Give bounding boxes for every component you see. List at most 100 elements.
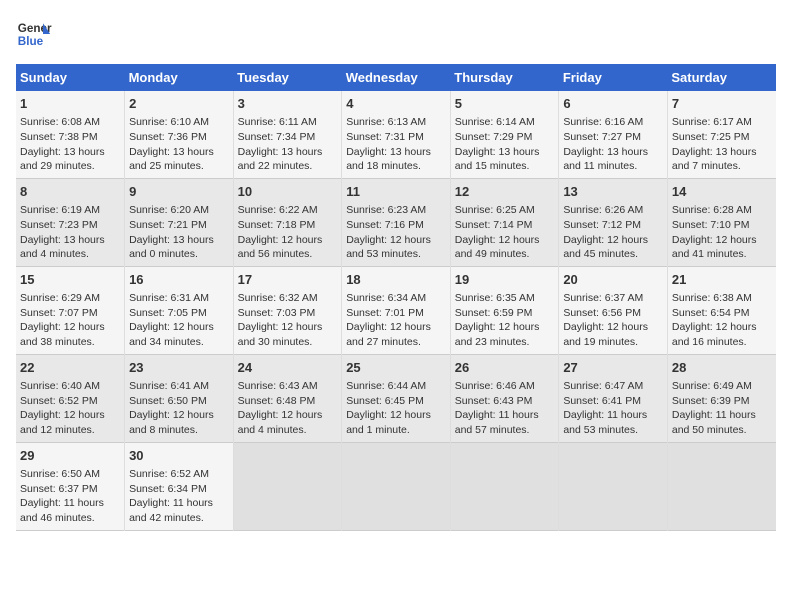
calendar-day-cell: 28 Sunrise: 6:49 AM Sunset: 6:39 PM Dayli… xyxy=(667,354,776,442)
day-info: Sunrise: 6:14 AM Sunset: 7:29 PM Dayligh… xyxy=(455,115,555,174)
day-number: 26 xyxy=(455,359,555,377)
calendar-day-cell: 23 Sunrise: 6:41 AM Sunset: 6:50 PM Dayli… xyxy=(125,354,234,442)
day-number: 1 xyxy=(20,95,120,113)
day-info: Sunrise: 6:43 AM Sunset: 6:48 PM Dayligh… xyxy=(238,379,338,438)
day-number: 25 xyxy=(346,359,446,377)
header-day: Friday xyxy=(559,64,668,91)
day-number: 28 xyxy=(672,359,772,377)
calendar-day-cell: 4 Sunrise: 6:13 AM Sunset: 7:31 PM Daylig… xyxy=(342,91,451,178)
day-number: 9 xyxy=(129,183,229,201)
calendar-day-cell: 19Sunrise: 6:35 AM Sunset: 6:59 PM Dayli… xyxy=(450,266,559,354)
day-number: 8 xyxy=(20,183,120,201)
day-info: Sunrise: 6:49 AM Sunset: 6:39 PM Dayligh… xyxy=(672,379,772,438)
day-info: Sunrise: 6:41 AM Sunset: 6:50 PM Dayligh… xyxy=(129,379,229,438)
calendar-day-cell: 20 Sunrise: 6:37 AM Sunset: 6:56 PM Dayli… xyxy=(559,266,668,354)
day-number: 22 xyxy=(20,359,120,377)
calendar-day-cell: 30Sunrise: 6:52 AM Sunset: 6:34 PM Dayli… xyxy=(125,442,234,530)
svg-text:Blue: Blue xyxy=(18,35,44,48)
day-number: 19 xyxy=(455,271,555,289)
day-number: 18 xyxy=(346,271,446,289)
calendar-week-row: 15Sunrise: 6:29 AM Sunset: 7:07 PM Dayli… xyxy=(16,266,776,354)
calendar-week-row: 1 Sunrise: 6:08 AM Sunset: 7:38 PM Daylig… xyxy=(16,91,776,178)
calendar-day-cell: 11 Sunrise: 6:23 AM Sunset: 7:16 PM Dayli… xyxy=(342,178,451,266)
day-info: Sunrise: 6:44 AM Sunset: 6:45 PM Dayligh… xyxy=(346,379,446,438)
calendar-day-cell: 8 Sunrise: 6:19 AM Sunset: 7:23 PM Daylig… xyxy=(16,178,125,266)
calendar-day-cell: 9 Sunrise: 6:20 AM Sunset: 7:21 PM Daylig… xyxy=(125,178,234,266)
day-number: 24 xyxy=(238,359,338,377)
day-number: 21 xyxy=(672,271,772,289)
calendar-day-cell: 29 Sunrise: 6:50 AM Sunset: 6:37 PM Dayli… xyxy=(16,442,125,530)
day-number: 11 xyxy=(346,183,446,201)
day-info: Sunrise: 6:38 AM Sunset: 6:54 PM Dayligh… xyxy=(672,291,772,350)
calendar-day-cell: 10Sunrise: 6:22 AM Sunset: 7:18 PM Dayli… xyxy=(233,178,342,266)
calendar-week-row: 22 Sunrise: 6:40 AM Sunset: 6:52 PM Dayli… xyxy=(16,354,776,442)
calendar-day-cell: 5Sunrise: 6:14 AM Sunset: 7:29 PM Daylig… xyxy=(450,91,559,178)
day-number: 4 xyxy=(346,95,446,113)
logo-icon: General Blue xyxy=(16,16,52,52)
calendar-day-cell: 17 Sunrise: 6:32 AM Sunset: 7:03 PM Dayli… xyxy=(233,266,342,354)
calendar-week-row: 29 Sunrise: 6:50 AM Sunset: 6:37 PM Dayli… xyxy=(16,442,776,530)
calendar-day-cell: 26 Sunrise: 6:46 AM Sunset: 6:43 PM Dayli… xyxy=(450,354,559,442)
calendar-day-cell: 3 Sunrise: 6:11 AM Sunset: 7:34 PM Daylig… xyxy=(233,91,342,178)
day-info: Sunrise: 6:31 AM Sunset: 7:05 PM Dayligh… xyxy=(129,291,229,350)
day-info: Sunrise: 6:32 AM Sunset: 7:03 PM Dayligh… xyxy=(238,291,338,350)
day-info: Sunrise: 6:19 AM Sunset: 7:23 PM Dayligh… xyxy=(20,203,120,262)
calendar-day-cell xyxy=(559,442,668,530)
calendar-day-cell xyxy=(667,442,776,530)
day-info: Sunrise: 6:52 AM Sunset: 6:34 PM Dayligh… xyxy=(129,467,229,526)
day-number: 23 xyxy=(129,359,229,377)
calendar-week-row: 8 Sunrise: 6:19 AM Sunset: 7:23 PM Daylig… xyxy=(16,178,776,266)
calendar-day-cell: 12 Sunrise: 6:25 AM Sunset: 7:14 PM Dayli… xyxy=(450,178,559,266)
day-info: Sunrise: 6:16 AM Sunset: 7:27 PM Dayligh… xyxy=(563,115,663,174)
calendar-day-cell: 15Sunrise: 6:29 AM Sunset: 7:07 PM Dayli… xyxy=(16,266,125,354)
logo: General Blue xyxy=(16,16,56,52)
day-number: 7 xyxy=(672,95,772,113)
day-info: Sunrise: 6:29 AM Sunset: 7:07 PM Dayligh… xyxy=(20,291,120,350)
calendar-header: SundayMondayTuesdayWednesdayThursdayFrid… xyxy=(16,64,776,91)
calendar-day-cell: 18Sunrise: 6:34 AM Sunset: 7:01 PM Dayli… xyxy=(342,266,451,354)
calendar-day-cell: 13Sunrise: 6:26 AM Sunset: 7:12 PM Dayli… xyxy=(559,178,668,266)
day-number: 16 xyxy=(129,271,229,289)
calendar-day-cell: 25 Sunrise: 6:44 AM Sunset: 6:45 PM Dayli… xyxy=(342,354,451,442)
calendar-day-cell: 2Sunrise: 6:10 AM Sunset: 7:36 PM Daylig… xyxy=(125,91,234,178)
day-number: 14 xyxy=(672,183,772,201)
calendar-day-cell xyxy=(450,442,559,530)
day-info: Sunrise: 6:20 AM Sunset: 7:21 PM Dayligh… xyxy=(129,203,229,262)
header-day: Monday xyxy=(125,64,234,91)
day-info: Sunrise: 6:13 AM Sunset: 7:31 PM Dayligh… xyxy=(346,115,446,174)
day-info: Sunrise: 6:46 AM Sunset: 6:43 PM Dayligh… xyxy=(455,379,555,438)
day-info: Sunrise: 6:40 AM Sunset: 6:52 PM Dayligh… xyxy=(20,379,120,438)
calendar-day-cell: 6Sunrise: 6:16 AM Sunset: 7:27 PM Daylig… xyxy=(559,91,668,178)
calendar-table: SundayMondayTuesdayWednesdayThursdayFrid… xyxy=(16,64,776,531)
day-info: Sunrise: 6:47 AM Sunset: 6:41 PM Dayligh… xyxy=(563,379,663,438)
calendar-day-cell xyxy=(342,442,451,530)
day-info: Sunrise: 6:22 AM Sunset: 7:18 PM Dayligh… xyxy=(238,203,338,262)
day-number: 2 xyxy=(129,95,229,113)
calendar-body: 1 Sunrise: 6:08 AM Sunset: 7:38 PM Daylig… xyxy=(16,91,776,530)
day-number: 3 xyxy=(238,95,338,113)
day-info: Sunrise: 6:26 AM Sunset: 7:12 PM Dayligh… xyxy=(563,203,663,262)
day-number: 29 xyxy=(20,447,120,465)
day-info: Sunrise: 6:23 AM Sunset: 7:16 PM Dayligh… xyxy=(346,203,446,262)
day-info: Sunrise: 6:08 AM Sunset: 7:38 PM Dayligh… xyxy=(20,115,120,174)
day-info: Sunrise: 6:25 AM Sunset: 7:14 PM Dayligh… xyxy=(455,203,555,262)
day-info: Sunrise: 6:28 AM Sunset: 7:10 PM Dayligh… xyxy=(672,203,772,262)
day-info: Sunrise: 6:17 AM Sunset: 7:25 PM Dayligh… xyxy=(672,115,772,174)
day-info: Sunrise: 6:50 AM Sunset: 6:37 PM Dayligh… xyxy=(20,467,120,526)
calendar-day-cell: 24 Sunrise: 6:43 AM Sunset: 6:48 PM Dayli… xyxy=(233,354,342,442)
calendar-day-cell: 16 Sunrise: 6:31 AM Sunset: 7:05 PM Dayli… xyxy=(125,266,234,354)
calendar-day-cell: 21 Sunrise: 6:38 AM Sunset: 6:54 PM Dayli… xyxy=(667,266,776,354)
calendar-day-cell: 22 Sunrise: 6:40 AM Sunset: 6:52 PM Dayli… xyxy=(16,354,125,442)
day-number: 20 xyxy=(563,271,663,289)
day-info: Sunrise: 6:11 AM Sunset: 7:34 PM Dayligh… xyxy=(238,115,338,174)
header-day: Wednesday xyxy=(342,64,451,91)
day-info: Sunrise: 6:37 AM Sunset: 6:56 PM Dayligh… xyxy=(563,291,663,350)
page-header: General Blue xyxy=(16,16,776,52)
header-day: Tuesday xyxy=(233,64,342,91)
day-number: 17 xyxy=(238,271,338,289)
header-day: Sunday xyxy=(16,64,125,91)
day-number: 27 xyxy=(563,359,663,377)
header-row: SundayMondayTuesdayWednesdayThursdayFrid… xyxy=(16,64,776,91)
day-number: 12 xyxy=(455,183,555,201)
header-day: Thursday xyxy=(450,64,559,91)
